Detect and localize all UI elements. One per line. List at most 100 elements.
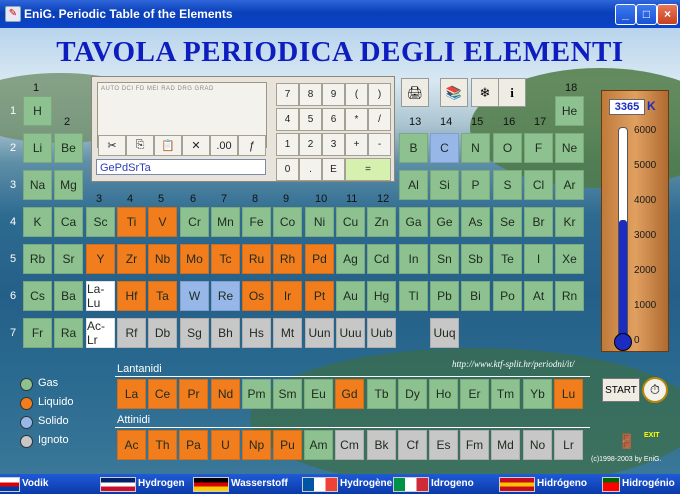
stopwatch-icon[interactable]: ⏱	[642, 377, 668, 403]
element-cs[interactable]: Cs	[23, 281, 52, 311]
key-0[interactable]: 0	[276, 158, 299, 181]
element-s[interactable]: S	[493, 170, 522, 200]
element-i[interactable]: I	[524, 244, 553, 274]
element-be[interactable]: Be	[54, 133, 83, 163]
element-lr[interactable]: Lr	[554, 430, 583, 460]
element-se[interactable]: Se	[493, 207, 522, 237]
element-cf[interactable]: Cf	[398, 430, 427, 460]
printer-icon[interactable]: 🖨	[401, 78, 429, 107]
element-y[interactable]: Y	[86, 244, 115, 274]
element-u[interactable]: U	[211, 430, 240, 460]
element-uun[interactable]: Uun	[305, 318, 334, 348]
language-1[interactable]: Hydrogen	[138, 478, 185, 489]
element-es[interactable]: Es	[429, 430, 458, 460]
key-/[interactable]: /	[368, 108, 391, 131]
element-ti[interactable]: Ti	[117, 207, 146, 237]
flag-icon[interactable]	[193, 477, 229, 492]
element-dy[interactable]: Dy	[398, 379, 427, 409]
element-at[interactable]: At	[524, 281, 553, 311]
element-al[interactable]: Al	[399, 170, 428, 200]
element-pa[interactable]: Pa	[179, 430, 208, 460]
key-3[interactable]: 3	[322, 133, 345, 156]
key-8[interactable]: 8	[299, 83, 322, 106]
books-icon[interactable]: 📚	[440, 78, 468, 107]
key-7[interactable]: 7	[276, 83, 299, 106]
element-cr[interactable]: Cr	[180, 207, 209, 237]
key-=[interactable]: =	[345, 158, 391, 181]
flag-icon[interactable]	[393, 477, 429, 492]
element-tl[interactable]: Tl	[399, 281, 428, 311]
element-cm[interactable]: Cm	[335, 430, 364, 460]
element-as[interactable]: As	[461, 207, 490, 237]
element-ta[interactable]: Ta	[148, 281, 177, 311]
element-in[interactable]: In	[399, 244, 428, 274]
element-cl[interactable]: Cl	[524, 170, 553, 200]
key-E[interactable]: E	[322, 158, 345, 181]
element-ho[interactable]: Ho	[429, 379, 458, 409]
element-v[interactable]: V	[148, 207, 177, 237]
element-hs[interactable]: Hs	[242, 318, 271, 348]
element-nd[interactable]: Nd	[211, 379, 240, 409]
element-fe[interactable]: Fe	[242, 207, 271, 237]
element-uuu[interactable]: Uuu	[336, 318, 365, 348]
element-xe[interactable]: Xe	[555, 244, 584, 274]
element-rf[interactable]: Rf	[117, 318, 146, 348]
copy-icon[interactable]: ⎘	[126, 135, 154, 156]
element-pr[interactable]: Pr	[179, 379, 208, 409]
element-n[interactable]: N	[461, 133, 490, 163]
language-3[interactable]: Hydrogène	[340, 478, 392, 489]
exit-label[interactable]: EXIT	[644, 432, 660, 439]
cut-icon[interactable]: ✂	[98, 135, 126, 156]
exit-door-icon[interactable]: 🚪	[618, 433, 635, 450]
flag-icon[interactable]	[302, 477, 338, 492]
key-9[interactable]: 9	[322, 83, 345, 106]
element-ra[interactable]: Ra	[54, 318, 83, 348]
element-o[interactable]: O	[493, 133, 522, 163]
formula-input[interactable]: GePdSrTa	[96, 159, 266, 175]
key-+[interactable]: +	[345, 133, 368, 156]
element-ne[interactable]: Ne	[555, 133, 584, 163]
element-mn[interactable]: Mn	[211, 207, 240, 237]
language-6[interactable]: Hidrogénio	[622, 478, 675, 489]
element-tm[interactable]: Tm	[491, 379, 520, 409]
key--[interactable]: -	[368, 133, 391, 156]
element-pd[interactable]: Pd	[305, 244, 334, 274]
thermometer[interactable]: 3365 K 6000 5000 4000 3000 2000 1000 0	[601, 90, 669, 352]
flag-icon[interactable]	[0, 477, 20, 492]
element-co[interactable]: Co	[273, 207, 302, 237]
element-uuq[interactable]: Uuq	[430, 318, 459, 348]
info-icon[interactable]: i	[498, 78, 526, 107]
element-mg[interactable]: Mg	[54, 170, 83, 200]
key-*[interactable]: *	[345, 108, 368, 131]
language-4[interactable]: Idrogeno	[431, 478, 474, 489]
element-gd[interactable]: Gd	[335, 379, 364, 409]
element-mt[interactable]: Mt	[273, 318, 302, 348]
element-sc[interactable]: Sc	[86, 207, 115, 237]
element-lu[interactable]: Lu	[554, 379, 583, 409]
element-br[interactable]: Br	[524, 207, 553, 237]
element-ce[interactable]: Ce	[148, 379, 177, 409]
key-)[interactable]: )	[368, 83, 391, 106]
language-5[interactable]: Hidrógeno	[537, 478, 587, 489]
element-zn[interactable]: Zn	[367, 207, 396, 237]
clear-icon[interactable]: ✕	[182, 135, 210, 156]
element-ar[interactable]: Ar	[555, 170, 584, 200]
element-si[interactable]: Si	[430, 170, 459, 200]
element-na[interactable]: Na	[23, 170, 52, 200]
element-au[interactable]: Au	[336, 281, 365, 311]
language-2[interactable]: Wasserstoff	[231, 478, 288, 489]
element-eu[interactable]: Eu	[304, 379, 333, 409]
element-er[interactable]: Er	[460, 379, 489, 409]
element-te[interactable]: Te	[493, 244, 522, 274]
element-ag[interactable]: Ag	[336, 244, 365, 274]
element-sr[interactable]: Sr	[54, 244, 83, 274]
element-ir[interactable]: Ir	[273, 281, 302, 311]
element-sn[interactable]: Sn	[430, 244, 459, 274]
paste-icon[interactable]: 📋	[154, 135, 182, 156]
element-fr[interactable]: Fr	[23, 318, 52, 348]
element-no[interactable]: No	[523, 430, 552, 460]
element-ge[interactable]: Ge	[430, 207, 459, 237]
function-button[interactable]: ƒ	[238, 135, 266, 156]
element-h[interactable]: H	[23, 96, 52, 126]
element-os[interactable]: Os	[242, 281, 271, 311]
